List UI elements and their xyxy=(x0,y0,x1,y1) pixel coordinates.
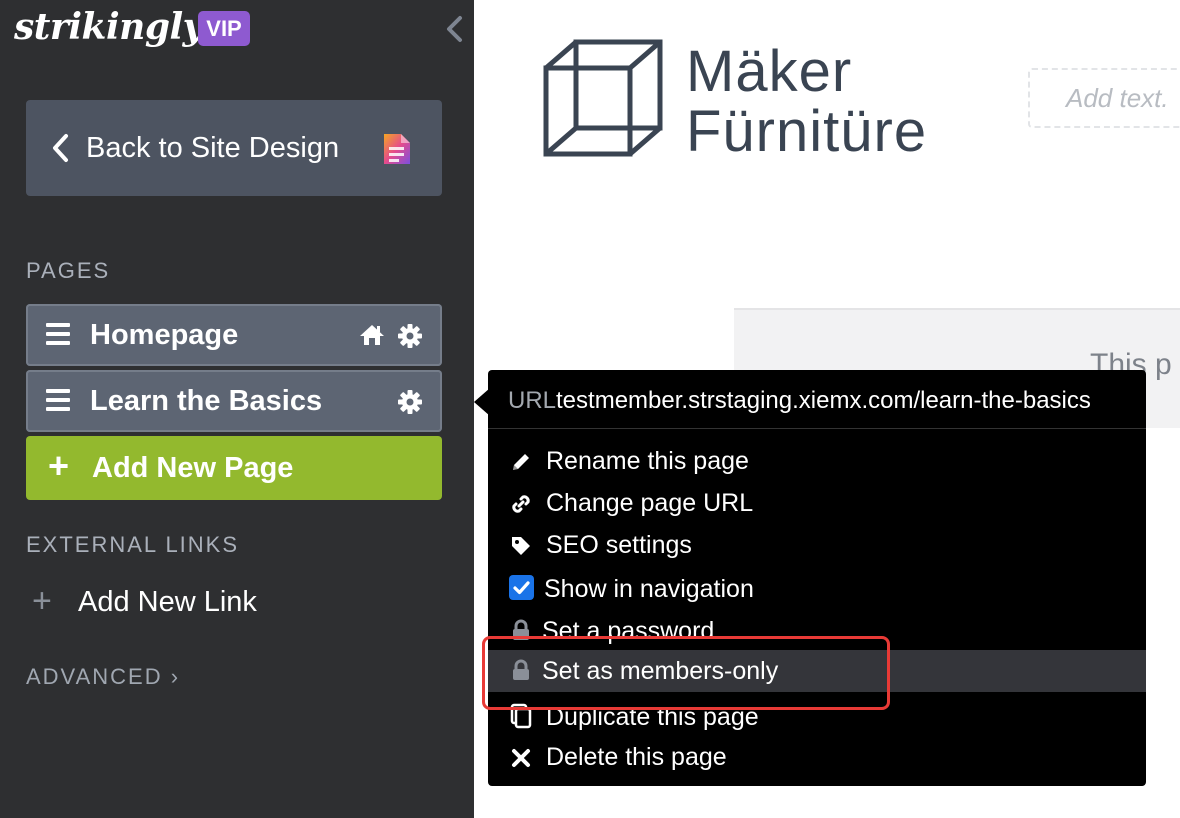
menu-item-show-in-navigation[interactable]: Show in navigation xyxy=(488,568,1146,610)
page-url-row: URLtestmember.strstaging.xiemx.com/learn… xyxy=(508,383,1091,419)
menu-item-label: Rename this page xyxy=(546,447,749,475)
chevron-left-icon xyxy=(53,134,68,162)
menu-item-label: Change page URL xyxy=(546,489,754,517)
pencil-icon xyxy=(513,454,529,470)
collapse-sidebar-icon[interactable] xyxy=(442,14,466,44)
menu-item-label: Delete this page xyxy=(546,743,727,771)
add-text-placeholder[interactable]: Add text. xyxy=(1028,68,1180,128)
page-item-label: Learn the Basics xyxy=(90,385,323,417)
link-icon xyxy=(512,495,530,513)
pages-heading: PAGES xyxy=(26,258,111,283)
advanced-toggle[interactable]: ADVANCED › xyxy=(26,664,180,690)
close-icon xyxy=(512,749,530,767)
editor-sidebar: strikingly VIP Back to Site Design PAGES… xyxy=(0,0,474,818)
menu-item-delete-page[interactable]: Delete this page xyxy=(488,736,1146,778)
menu-item-change-url[interactable]: Change page URL xyxy=(488,482,1146,524)
plus-icon[interactable]: + xyxy=(32,584,52,618)
tag-icon xyxy=(512,537,530,555)
annotation-highlight-box xyxy=(482,636,890,710)
add-new-page-button[interactable]: + Add New Page xyxy=(26,436,442,500)
gear-icon[interactable] xyxy=(397,323,423,349)
menu-divider xyxy=(488,428,1146,429)
document-icon xyxy=(384,134,410,164)
page-item-label: Homepage xyxy=(90,319,239,351)
add-new-page-label: Add New Page xyxy=(92,452,294,484)
checkbox-icon[interactable] xyxy=(509,575,534,600)
drag-handle-icon[interactable] xyxy=(46,389,70,411)
drag-handle-icon[interactable] xyxy=(46,323,70,345)
url-value[interactable]: testmember.strstaging.xiemx.com/learn-th… xyxy=(556,387,1091,414)
menu-item-label: SEO settings xyxy=(546,531,692,559)
page-item-learn-the-basics[interactable]: Learn the Basics xyxy=(26,370,442,432)
strikingly-logo: strikingly xyxy=(14,6,204,48)
site-logo-line-1: Mäker xyxy=(686,39,853,104)
back-to-site-design-label: Back to Site Design xyxy=(86,132,340,164)
plus-icon: + xyxy=(48,445,70,486)
home-icon xyxy=(360,325,384,345)
menu-item-label: Show in navigation xyxy=(544,575,754,603)
external-links-heading: EXTERNAL LINKS xyxy=(26,532,240,557)
url-key-label: URL xyxy=(508,387,557,414)
cube-logo-icon xyxy=(543,39,663,157)
menu-item-seo-settings[interactable]: SEO settings xyxy=(488,524,1146,566)
site-logo-line-2: Fürnitüre xyxy=(686,99,928,164)
vip-badge: VIP xyxy=(198,11,250,46)
page-item-homepage[interactable]: Homepage xyxy=(26,304,442,366)
add-new-link-button[interactable]: Add New Link xyxy=(78,582,257,622)
menu-item-rename-page[interactable]: Rename this page xyxy=(488,440,1146,482)
gear-icon[interactable] xyxy=(397,389,423,415)
